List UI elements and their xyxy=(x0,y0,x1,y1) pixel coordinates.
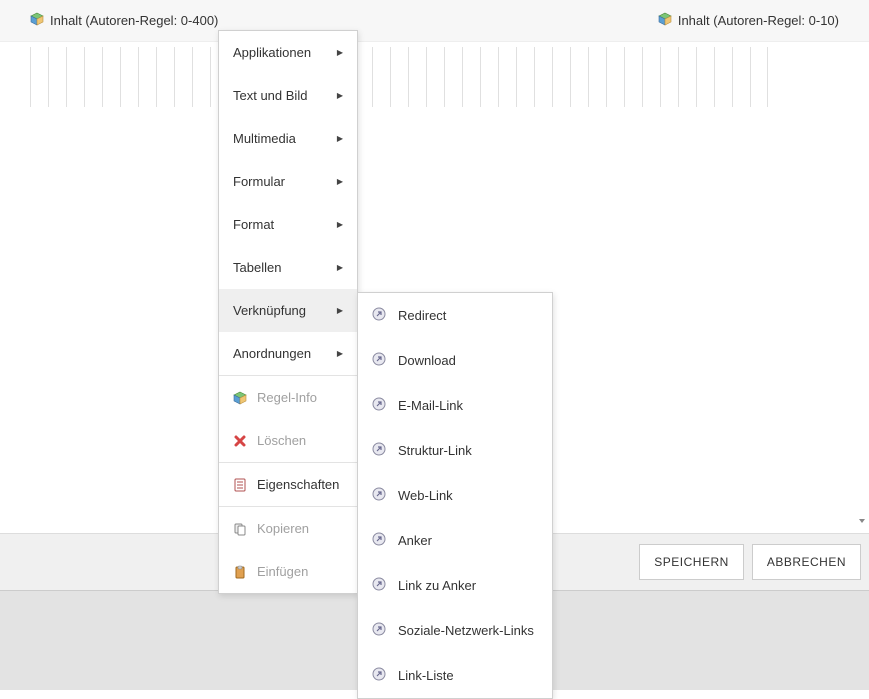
menu-item-kopieren[interactable]: Kopieren xyxy=(219,506,357,550)
menu-item-text-und-bild[interactable]: Text und Bild ▶ xyxy=(219,74,357,117)
submenu-item-web-link[interactable]: Web-Link xyxy=(358,473,552,518)
link-icon xyxy=(372,667,386,684)
submenu-label: Web-Link xyxy=(398,488,453,503)
submenu-item-anker[interactable]: Anker xyxy=(358,518,552,563)
paste-icon xyxy=(233,565,247,579)
submenu-item-link-zu-anker[interactable]: Link zu Anker xyxy=(358,563,552,608)
submenu-label: Struktur-Link xyxy=(398,443,472,458)
menu-label: Löschen xyxy=(257,433,306,448)
cancel-button[interactable]: ABBRECHEN xyxy=(752,544,861,580)
menu-item-format[interactable]: Format ▶ xyxy=(219,203,357,246)
link-icon xyxy=(372,442,386,459)
menu-label: Multimedia xyxy=(233,131,296,146)
menu-label: Verknüpfung xyxy=(233,303,306,318)
submenu-label: E-Mail-Link xyxy=(398,398,463,413)
menu-item-einfuegen[interactable]: Einfügen xyxy=(219,550,357,593)
content-right-text: Inhalt (Autoren-Regel: 0-10) xyxy=(678,13,839,28)
cube-icon xyxy=(30,12,44,29)
save-button[interactable]: SPEICHERN xyxy=(639,544,744,580)
menu-label: Anordnungen xyxy=(233,346,311,361)
menu-item-applikationen[interactable]: Applikationen ▶ xyxy=(219,31,357,74)
link-icon xyxy=(372,532,386,549)
chevron-right-icon: ▶ xyxy=(337,177,343,186)
delete-icon xyxy=(233,434,247,448)
submenu-item-soziale-netzwerk-links[interactable]: Soziale-Netzwerk-Links xyxy=(358,608,552,653)
submenu-verknuepfung: Redirect Download E-Mail-Link Struktur-L… xyxy=(357,292,553,699)
properties-icon xyxy=(233,478,247,492)
menu-label: Text und Bild xyxy=(233,88,307,103)
ruler-area xyxy=(0,47,869,117)
submenu-item-struktur-link[interactable]: Struktur-Link xyxy=(358,428,552,473)
menu-item-anordnungen[interactable]: Anordnungen ▶ xyxy=(219,332,357,375)
link-icon xyxy=(372,397,386,414)
menu-label: Applikationen xyxy=(233,45,311,60)
submenu-item-redirect[interactable]: Redirect xyxy=(358,293,552,338)
menu-label: Eigenschaften xyxy=(257,477,339,492)
content-left-label[interactable]: Inhalt (Autoren-Regel: 0-400) xyxy=(30,12,218,29)
chevron-right-icon: ▶ xyxy=(337,91,343,100)
chevron-right-icon: ▶ xyxy=(337,48,343,57)
chevron-right-icon: ▶ xyxy=(337,220,343,229)
copy-icon xyxy=(233,522,247,536)
menu-item-eigenschaften[interactable]: Eigenschaften xyxy=(219,462,357,506)
menu-label: Kopieren xyxy=(257,521,309,536)
menu-item-regel-info[interactable]: Regel-Info xyxy=(219,375,357,419)
cube-icon xyxy=(658,12,672,29)
submenu-label: Redirect xyxy=(398,308,446,323)
submenu-label: Anker xyxy=(398,533,432,548)
link-icon xyxy=(372,307,386,324)
chevron-right-icon: ▶ xyxy=(337,306,343,315)
link-icon xyxy=(372,622,386,639)
submenu-label: Link zu Anker xyxy=(398,578,476,593)
chevron-right-icon: ▶ xyxy=(337,349,343,358)
chevron-right-icon: ▶ xyxy=(337,263,343,272)
submenu-label: Link-Liste xyxy=(398,668,454,683)
menu-item-tabellen[interactable]: Tabellen ▶ xyxy=(219,246,357,289)
content-left-text: Inhalt (Autoren-Regel: 0-400) xyxy=(50,13,218,28)
content-right-label[interactable]: Inhalt (Autoren-Regel: 0-10) xyxy=(658,12,839,29)
submenu-label: Soziale-Netzwerk-Links xyxy=(398,623,534,638)
menu-item-loeschen[interactable]: Löschen xyxy=(219,419,357,462)
menu-label: Tabellen xyxy=(233,260,281,275)
submenu-item-email-link[interactable]: E-Mail-Link xyxy=(358,383,552,428)
menu-label: Format xyxy=(233,217,274,232)
menu-label: Formular xyxy=(233,174,285,189)
cube-icon xyxy=(233,391,247,405)
menu-label: Regel-Info xyxy=(257,390,317,405)
scrollbar-down-icon[interactable] xyxy=(855,510,869,532)
submenu-label: Download xyxy=(398,353,456,368)
content-header: Inhalt (Autoren-Regel: 0-400) Inhalt (Au… xyxy=(0,0,869,42)
submenu-item-download[interactable]: Download xyxy=(358,338,552,383)
menu-label: Einfügen xyxy=(257,564,308,579)
menu-item-multimedia[interactable]: Multimedia ▶ xyxy=(219,117,357,160)
submenu-item-link-liste[interactable]: Link-Liste xyxy=(358,653,552,698)
ruler xyxy=(30,47,839,107)
context-menu: Applikationen ▶ Text und Bild ▶ Multimed… xyxy=(218,30,358,594)
menu-item-formular[interactable]: Formular ▶ xyxy=(219,160,357,203)
link-icon xyxy=(372,487,386,504)
link-icon xyxy=(372,352,386,369)
link-icon xyxy=(372,577,386,594)
chevron-right-icon: ▶ xyxy=(337,134,343,143)
menu-item-verknuepfung[interactable]: Verknüpfung ▶ xyxy=(219,289,357,332)
